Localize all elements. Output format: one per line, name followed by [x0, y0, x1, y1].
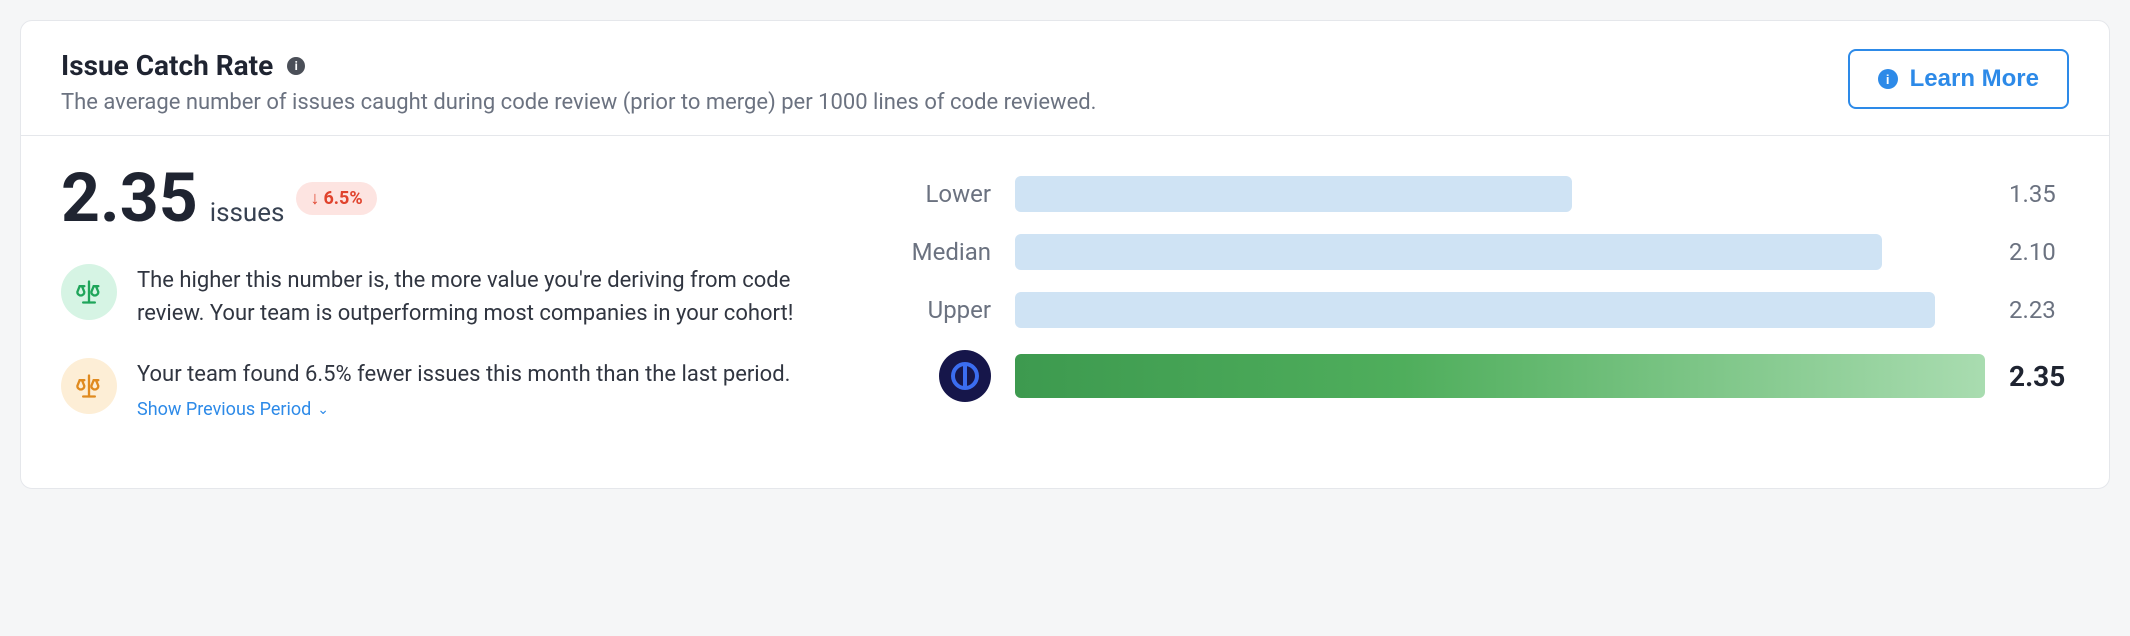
- bar-track: [1015, 292, 1985, 328]
- bar-label: Median: [901, 238, 991, 266]
- left-column: 2.35 issues ↓ 6.5% The higher this numbe…: [61, 164, 841, 448]
- header-left: Issue Catch Rate i The average number of…: [61, 49, 1848, 115]
- right-column: Lower 1.35 Median 2.10 Upper 2.23 2.35: [901, 164, 2069, 448]
- card-title: Issue Catch Rate: [61, 49, 273, 82]
- insight-neutral-text: Your team found 6.5% fewer issues this m…: [137, 358, 841, 391]
- bar-row: Upper 2.23: [901, 292, 2069, 328]
- bar-label: Upper: [901, 296, 991, 324]
- title-row: Issue Catch Rate i: [61, 49, 1848, 82]
- bar-value: 2.10: [2009, 238, 2069, 266]
- brand-logo-icon: [939, 350, 991, 402]
- insight-body: Your team found 6.5% fewer issues this m…: [137, 358, 841, 420]
- learn-more-button[interactable]: i Learn More: [1848, 49, 2069, 109]
- insight-neutral: Your team found 6.5% fewer issues this m…: [61, 358, 841, 420]
- chevron-down-icon: ⌄: [317, 402, 329, 418]
- info-icon[interactable]: i: [287, 57, 305, 75]
- bar-track: [1015, 354, 1985, 398]
- show-previous-period-link[interactable]: Show Previous Period ⌄: [137, 399, 841, 420]
- bar-value: 2.23: [2009, 296, 2069, 324]
- card-body: 2.35 issues ↓ 6.5% The higher this numbe…: [21, 136, 2109, 488]
- bar-row-you: 2.35: [901, 350, 2069, 402]
- delta-value: 6.5%: [323, 188, 362, 209]
- scale-icon: [61, 358, 117, 414]
- issue-catch-rate-card: Issue Catch Rate i The average number of…: [20, 20, 2110, 489]
- you-logo: [901, 350, 991, 402]
- insight-positive: The higher this number is, the more valu…: [61, 264, 841, 330]
- metric-unit: issues: [210, 198, 285, 228]
- bar-track: [1015, 234, 1985, 270]
- bar-value: 2.35: [2009, 360, 2069, 393]
- bar-track: [1015, 176, 1985, 212]
- bar-row: Lower 1.35: [901, 176, 2069, 212]
- metric-value: 2.35: [61, 164, 198, 232]
- card-header: Issue Catch Rate i The average number of…: [21, 21, 2109, 136]
- bar-label: Lower: [901, 180, 991, 208]
- arrow-down-icon: ↓: [310, 188, 319, 209]
- learn-more-label: Learn More: [1910, 65, 2039, 93]
- bar-row: Median 2.10: [901, 234, 2069, 270]
- bar-fill: [1015, 234, 1882, 270]
- card-subtitle: The average number of issues caught duri…: [61, 90, 1848, 115]
- scale-icon: [61, 264, 117, 320]
- bar-fill: [1015, 354, 1985, 398]
- insight-body: The higher this number is, the more valu…: [137, 264, 841, 330]
- bar-value: 1.35: [2009, 180, 2069, 208]
- metric-row: 2.35 issues ↓ 6.5%: [61, 164, 841, 232]
- bar-fill: [1015, 176, 1572, 212]
- delta-badge: ↓ 6.5%: [296, 182, 376, 215]
- comparison-bars: Lower 1.35 Median 2.10 Upper 2.23 2.35: [901, 164, 2069, 402]
- show-previous-label: Show Previous Period: [137, 399, 311, 420]
- info-icon: i: [1878, 69, 1898, 89]
- insight-positive-text: The higher this number is, the more valu…: [137, 264, 841, 330]
- bar-fill: [1015, 292, 1935, 328]
